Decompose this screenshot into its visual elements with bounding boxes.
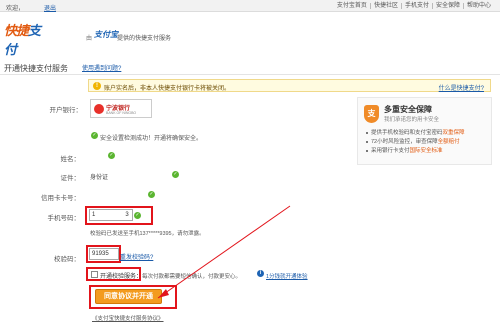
red-arrow-annotation (157, 205, 291, 299)
